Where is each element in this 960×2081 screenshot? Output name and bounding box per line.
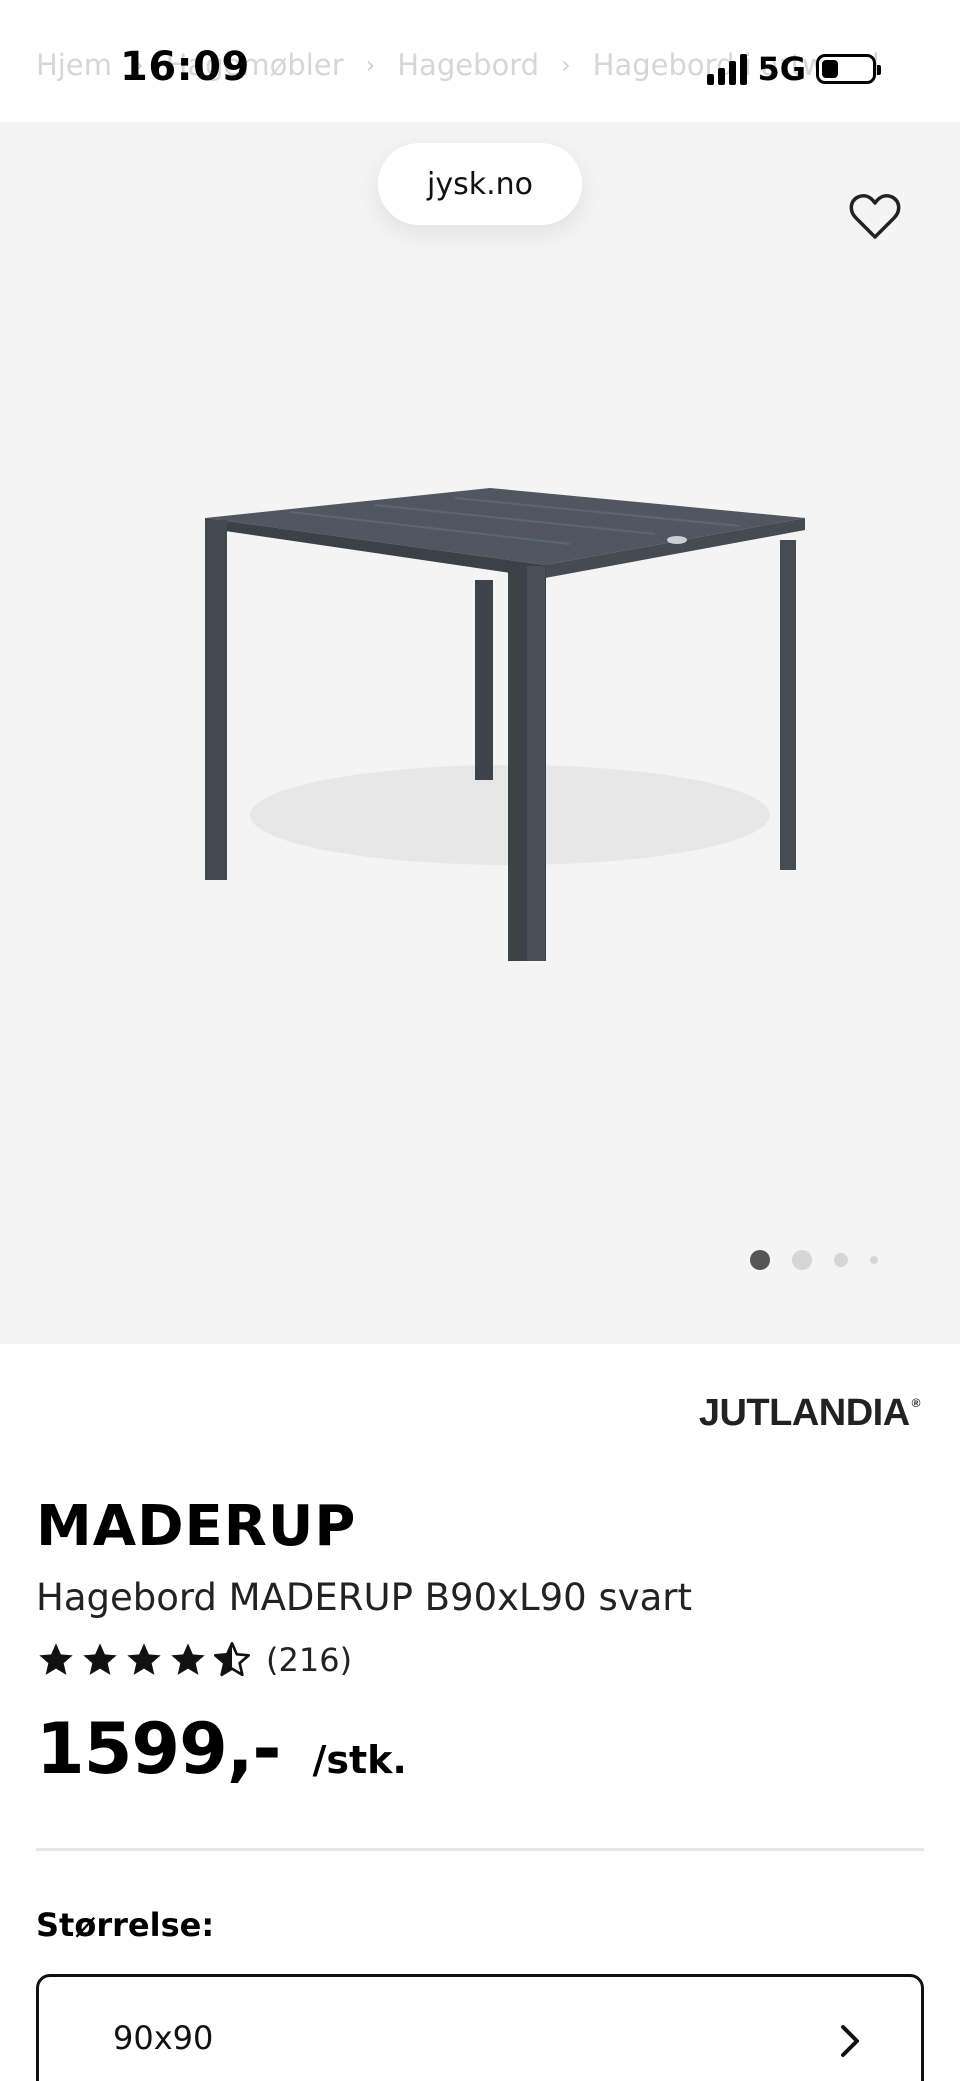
size-label: Størrelse:	[36, 1906, 215, 1944]
price-value: 1599,-	[36, 1708, 281, 1790]
gallery-dot[interactable]	[834, 1253, 848, 1267]
rating-stars	[36, 1640, 252, 1680]
star-filled-icon	[171, 1643, 205, 1675]
size-selector[interactable]: 90x90	[36, 1974, 924, 2081]
registered-mark: ®	[911, 1396, 921, 1410]
url-text: jysk.no	[427, 166, 533, 202]
breadcrumb-item-home[interactable]: Hjem	[36, 48, 112, 82]
gallery-pagination	[750, 1250, 900, 1270]
breadcrumb-item-garden-table[interactable]: Hagebord	[397, 48, 539, 82]
chevron-right-icon	[841, 2025, 859, 2057]
size-value: 90x90	[113, 2019, 214, 2057]
gallery-dot[interactable]	[792, 1250, 812, 1270]
brand-logo: JUTLANDIA ®	[698, 1392, 921, 1435]
network-type: 5G	[757, 50, 806, 88]
price-unit: /stk.	[312, 1738, 407, 1782]
status-time: 16:09	[120, 44, 250, 90]
heart-outline-icon	[849, 194, 901, 239]
product-rating[interactable]: (216)	[36, 1640, 352, 1680]
gallery-dot[interactable]	[870, 1256, 878, 1264]
breadcrumb-separator-icon: ›	[561, 51, 571, 79]
gallery-dot[interactable]	[750, 1250, 770, 1270]
review-count: (216)	[266, 1641, 353, 1679]
battery-icon	[816, 54, 881, 84]
divider	[36, 1848, 924, 1851]
address-bar[interactable]: jysk.no	[378, 143, 582, 225]
favorite-button[interactable]	[848, 192, 902, 242]
star-filled-icon	[83, 1643, 117, 1675]
signal-icon	[707, 53, 748, 85]
star-half-icon	[214, 1642, 251, 1677]
status-indicators: 5G	[707, 50, 881, 88]
star-filled-icon	[39, 1643, 73, 1675]
product-description: Hagebord MADERUP B90xL90 svart	[36, 1576, 693, 1619]
product-title: MADERUP	[36, 1494, 357, 1559]
brand-name: JUTLANDIA	[698, 1392, 910, 1434]
product-image[interactable]	[150, 470, 830, 970]
breadcrumb-separator-icon: ›	[365, 51, 376, 79]
star-filled-icon	[127, 1643, 161, 1675]
price-block: 1599,- /stk.	[36, 1708, 407, 1790]
